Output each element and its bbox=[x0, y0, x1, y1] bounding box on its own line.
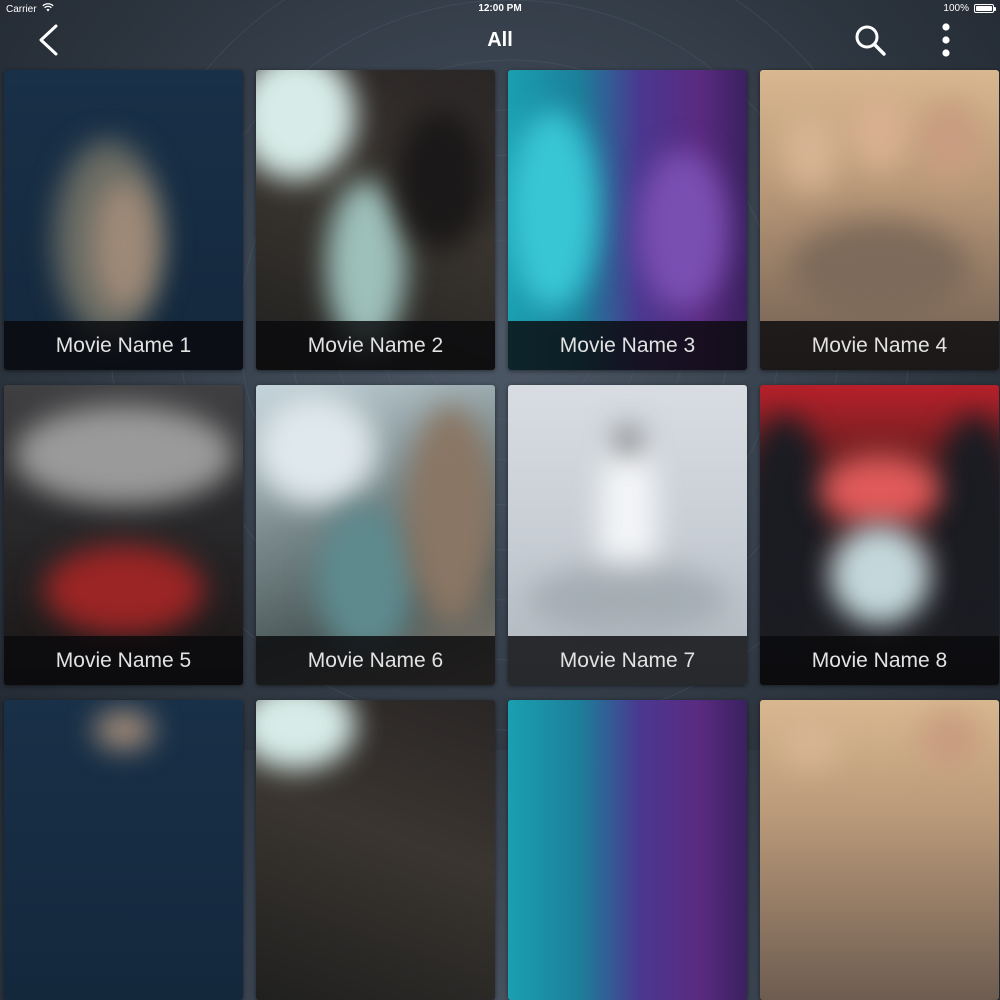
navigation-bar: All bbox=[0, 18, 1000, 64]
movie-poster bbox=[4, 700, 243, 1000]
movie-card[interactable] bbox=[256, 700, 495, 1000]
movie-card[interactable]: Movie Name 7 bbox=[508, 385, 747, 685]
more-vertical-icon bbox=[941, 22, 951, 63]
search-button[interactable] bbox=[850, 22, 890, 62]
search-icon bbox=[853, 23, 887, 62]
movie-card[interactable]: Movie Name 1 bbox=[4, 70, 243, 370]
movie-card[interactable]: Movie Name 4 bbox=[760, 70, 999, 370]
movie-card[interactable]: Movie Name 8 bbox=[760, 385, 999, 685]
more-button[interactable] bbox=[926, 22, 966, 62]
status-bar: Carrier 12:00 PM 100% bbox=[0, 0, 1000, 18]
movie-card[interactable] bbox=[760, 700, 999, 1000]
movie-title: Movie Name 5 bbox=[4, 636, 243, 685]
movie-poster bbox=[508, 700, 747, 1000]
movie-title: Movie Name 6 bbox=[256, 636, 495, 685]
movie-title: Movie Name 4 bbox=[760, 321, 999, 370]
movie-poster bbox=[760, 700, 999, 1000]
battery-percent: 100% bbox=[943, 3, 969, 14]
movie-title: Movie Name 3 bbox=[508, 321, 747, 370]
movie-card[interactable]: Movie Name 6 bbox=[256, 385, 495, 685]
movie-title: Movie Name 1 bbox=[4, 321, 243, 370]
status-time: 12:00 PM bbox=[478, 3, 522, 14]
status-right: 100% bbox=[943, 3, 996, 14]
movie-card[interactable]: Movie Name 2 bbox=[256, 70, 495, 370]
movie-card[interactable]: Movie Name 5 bbox=[4, 385, 243, 685]
movie-title: Movie Name 8 bbox=[760, 636, 999, 685]
movie-title: Movie Name 2 bbox=[256, 321, 495, 370]
movie-grid: Movie Name 1 Movie Name 2 Movie Name 3 M… bbox=[0, 70, 1000, 1000]
movie-card[interactable] bbox=[4, 700, 243, 1000]
movie-poster bbox=[256, 700, 495, 1000]
movie-card[interactable]: Movie Name 3 bbox=[508, 70, 747, 370]
movie-card[interactable] bbox=[508, 700, 747, 1000]
battery-icon bbox=[974, 4, 996, 13]
movie-title: Movie Name 7 bbox=[508, 636, 747, 685]
